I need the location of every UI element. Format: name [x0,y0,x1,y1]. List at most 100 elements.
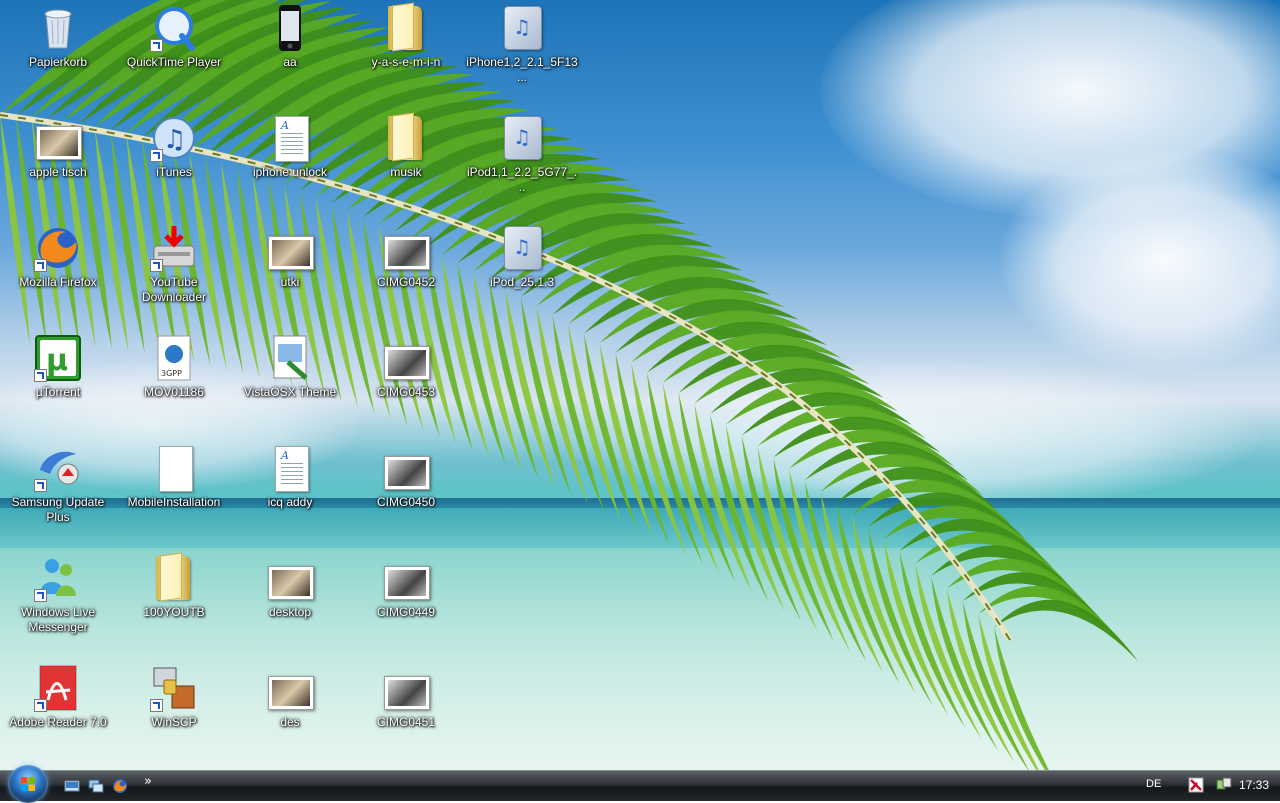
desktop-icon[interactable]: Papierkorb [2,0,114,104]
desktop-icon-label: CIMG0451 [376,715,436,729]
shortcut-arrow-icon [34,589,47,602]
desktop-icon[interactable]: VistaOSX Theme [234,330,346,434]
winscp-icon [150,664,198,712]
start-button[interactable] [8,765,48,803]
desktop-icon[interactable]: Samsung Update Plus [2,440,114,544]
firefox-icon[interactable] [112,778,128,794]
desktop-icon[interactable]: des [234,660,346,764]
desktop-icon[interactable]: iphone unlock [234,110,346,214]
desktop-icon-label: Papierkorb [28,55,88,69]
desktop-icon-label: y-a-s-e-m-i-n [371,55,441,69]
desktop[interactable]: Papierkorb QuickTime Player aa y-a-s-e-m-i-… [0,0,1280,770]
desktop-icon[interactable]: 100YOUTB [118,550,230,654]
desktop-icon-label: YouTube Downloader [141,275,207,304]
ipsw-file-icon [498,114,546,162]
desktop-icon[interactable]: MobileInstallation [118,440,230,544]
desktop-icon-label: WinSCP [151,715,197,729]
youtube-downloader-icon [150,224,198,272]
desktop-icon-label: MobileInstallation [127,495,221,509]
image-file-icon [266,664,314,712]
desktop-icon-label: iTunes [156,165,192,179]
svg-text:3GPP: 3GPP [161,369,182,378]
blank-file-icon [150,444,198,492]
image-file-icon [34,114,82,162]
desktop-icon[interactable]: musik [350,110,462,214]
desktop-icon-label: VistaOSX Theme [243,385,337,399]
text-document-icon [266,114,314,162]
desktop-icon-label: aa [283,55,297,69]
desktop-icon[interactable]: CIMG0451 [350,660,462,764]
desktop-icon[interactable]: ♫ iTunes [118,110,230,214]
desktop-icon-label: CIMG0453 [376,385,436,399]
iphone-icon [266,4,314,52]
theme-installer-icon [266,334,314,382]
desktop-icon[interactable]: QuickTime Player [118,0,230,104]
ipsw-file-icon [498,224,546,272]
network-icon[interactable] [1216,777,1232,793]
quick-launch-overflow-button[interactable]: » [144,774,152,789]
desktop-icon-label: icq addy [267,495,313,509]
shortcut-arrow-icon [150,39,163,52]
show-desktop-icon[interactable] [64,778,80,794]
desktop-icon-label: des [280,715,300,729]
desktop-icon[interactable]: CIMG0449 [350,550,462,654]
clock[interactable]: 17:33 [1239,778,1269,792]
desktop-icon[interactable]: utki [234,220,346,324]
desktop-icon-label: desktop [268,605,312,619]
utorrent-icon: µ [34,334,82,382]
desktop-icon[interactable]: y-a-s-e-m-i-n [350,0,462,104]
adobe-reader-icon [34,664,82,712]
desktop-icon-label: CIMG0452 [376,275,436,289]
firefox-icon [34,224,82,272]
desktop-icon[interactable]: Mozilla Firefox [2,220,114,324]
desktop-icon[interactable]: icq addy [234,440,346,544]
desktop-icon[interactable]: µ µTorrent [2,330,114,434]
desktop-icon[interactable]: apple tisch [2,110,114,214]
svg-text:µ: µ [46,343,68,378]
antivirus-icon[interactable] [1188,777,1204,793]
desktop-icon-label: CIMG0450 [376,495,436,509]
language-indicator[interactable]: DE [1146,778,1161,790]
shortcut-arrow-icon [34,259,47,272]
shortcut-arrow-icon [150,149,163,162]
desktop-icon[interactable]: WinSCP [118,660,230,764]
desktop-icon[interactable]: YouTube Downloader [118,220,230,324]
desktop-icon-label: utki [280,275,300,289]
desktop-icon[interactable]: Adobe Reader 7.0 [2,660,114,764]
shortcut-arrow-icon [34,369,47,382]
image-file-icon [266,224,314,272]
desktop-icon[interactable]: iPhone1,2_2.1_5F13... [466,0,578,104]
shortcut-arrow-icon [150,699,163,712]
photo-icon [382,554,430,602]
messenger-icon [34,554,82,602]
text-document-icon [266,444,314,492]
ipsw-file-icon [498,4,546,52]
desktop-icon[interactable]: 3GPP MOV01186 [118,330,230,434]
desktop-icon-label: Windows Live Messenger [20,605,96,634]
desktop-icon[interactable]: aa [234,0,346,104]
desktop-icon[interactable]: CIMG0452 [350,220,462,324]
switch-windows-icon[interactable] [88,778,104,794]
photo-icon [382,444,430,492]
desktop-icon[interactable]: CIMG0453 [350,330,462,434]
desktop-icon[interactable]: desktop [234,550,346,654]
shortcut-arrow-icon [150,259,163,272]
desktop-icon[interactable]: iPod_25.1.3 [466,220,578,324]
desktop-icon[interactable]: Windows Live Messenger [2,550,114,654]
desktop-icon-label: CIMG0449 [376,605,436,619]
desktop-icon-label: apple tisch [29,165,87,179]
desktop-icon-label: QuickTime Player [126,55,222,69]
desktop-icon-label: iPod_25.1.3 [489,275,555,289]
3gpp-video-icon: 3GPP [150,334,198,382]
shortcut-arrow-icon [34,479,47,492]
photo-icon [382,334,430,382]
svg-text:♫: ♫ [163,125,186,155]
desktop-icon-label: iPod1,1_2.2_5G77_... [466,165,578,194]
desktop-icon-label: Mozilla Firefox [19,275,97,289]
folder-icon [150,554,198,602]
desktop-icon-label: iPhone1,2_2.1_5F13... [466,55,578,84]
windows-start-orb-icon [21,777,35,791]
desktop-icon[interactable]: iPod1,1_2.2_5G77_... [466,110,578,214]
desktop-icon-label: iphone unlock [252,165,328,179]
desktop-icon[interactable]: CIMG0450 [350,440,462,544]
